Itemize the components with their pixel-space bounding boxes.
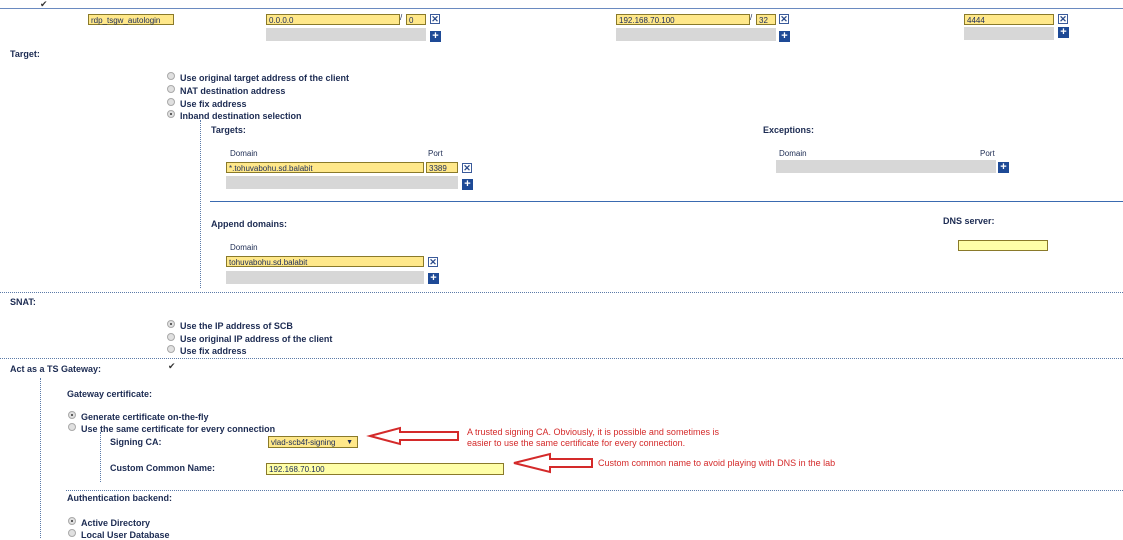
dest-mask-field[interactable]: 32 xyxy=(756,14,776,25)
target-label: Target: xyxy=(10,49,40,59)
cert-option-same[interactable] xyxy=(68,423,76,431)
port-add-button[interactable]: + xyxy=(1058,27,1069,38)
auth-option-ad-label: Active Directory xyxy=(81,518,151,528)
target-option-nat-label: NAT destination address xyxy=(180,86,286,96)
auth-option-local-label: Local User Database xyxy=(81,530,170,540)
target-option-original[interactable] xyxy=(167,72,175,80)
chevron-down-icon: ▼ xyxy=(346,439,353,446)
cert-option-generate-label: Generate certificate on-the-fly xyxy=(81,412,209,422)
append-domain-empty-row xyxy=(226,271,424,284)
signing-ca-select[interactable]: vlad-scb4f-signing ▼ xyxy=(268,436,358,448)
dest-mask-separator: / xyxy=(750,13,753,22)
snat-option-fix-label: Use fix address xyxy=(180,346,247,356)
port-empty-row xyxy=(964,27,1054,40)
cert-option-same-label: Use the same certificate for every conne… xyxy=(81,424,276,434)
snat-section-divider xyxy=(0,358,1123,359)
cert-section-divider xyxy=(66,490,1123,491)
target-section-divider xyxy=(0,292,1123,293)
signing-ca-annotation-line2: easier to use the same certificate for e… xyxy=(467,438,686,448)
dest-remove-button[interactable]: ✕ xyxy=(779,14,789,24)
target-empty-row xyxy=(226,176,458,189)
exceptions-label: Exceptions: xyxy=(763,125,815,135)
dns-server-label: DNS server: xyxy=(943,216,995,226)
target-domain-field[interactable]: *.tohuvabohu.sd.balabit xyxy=(226,162,424,173)
target-remove-button[interactable]: ✕ xyxy=(462,163,472,173)
common-name-arrow-icon xyxy=(513,452,593,474)
dest-empty-row xyxy=(616,28,776,41)
source-mask-separator: / xyxy=(400,13,403,22)
target-option-fix-label: Use fix address xyxy=(180,99,247,109)
auth-option-local[interactable] xyxy=(68,529,76,537)
inband-indent-line xyxy=(200,120,201,288)
annotation-arrows xyxy=(366,426,593,474)
cut-off-heading xyxy=(0,0,70,6)
target-option-nat[interactable] xyxy=(167,85,175,93)
cert-option-generate[interactable] xyxy=(68,411,76,419)
targets-port-header: Port xyxy=(428,149,443,158)
source-remove-button[interactable]: ✕ xyxy=(430,14,440,24)
ts-gateway-label: Act as a TS Gateway: xyxy=(10,364,102,374)
auth-option-ad[interactable] xyxy=(68,517,76,525)
custom-common-name-field[interactable]: 192.168.70.100 xyxy=(266,463,504,475)
ts-gateway-indent-line xyxy=(40,378,41,538)
append-domain-remove-button[interactable]: ✕ xyxy=(428,257,438,267)
gateway-certificate-label: Gateway certificate: xyxy=(67,389,153,399)
signing-ca-arrow-icon xyxy=(366,426,459,446)
custom-common-name-label: Custom Common Name: xyxy=(110,463,216,473)
append-domain-add-button[interactable]: + xyxy=(428,273,439,284)
append-domain-header: Domain xyxy=(230,243,258,252)
exceptions-add-button[interactable]: + xyxy=(998,162,1009,173)
snat-option-fix[interactable] xyxy=(167,345,175,353)
source-ip-field[interactable]: 0.0.0.0 xyxy=(266,14,400,25)
port-field[interactable]: 4444 xyxy=(964,14,1054,25)
source-mask-field[interactable]: 0 xyxy=(406,14,426,25)
source-empty-row xyxy=(266,28,426,41)
row-name-field[interactable]: rdp_tsgw_autologin xyxy=(88,14,174,25)
ts-gateway-checkbox[interactable]: ✔ xyxy=(168,362,177,371)
snat-label: SNAT: xyxy=(10,297,36,307)
snat-option-client[interactable] xyxy=(167,333,175,341)
append-domains-label: Append domains: xyxy=(211,219,287,229)
targets-divider xyxy=(210,201,1123,202)
signing-ca-annotation-line1: A trusted signing CA. Obviously, it is p… xyxy=(467,427,719,437)
signing-ca-label: Signing CA: xyxy=(110,437,162,447)
dns-server-field[interactable] xyxy=(958,240,1048,251)
target-add-button[interactable]: + xyxy=(462,179,473,190)
top-row-separator xyxy=(0,8,1123,9)
source-add-button[interactable]: + xyxy=(430,31,441,42)
common-name-annotation: Custom common name to avoid playing with… xyxy=(598,458,836,468)
snat-option-client-label: Use original IP address of the client xyxy=(180,334,333,344)
dest-add-button[interactable]: + xyxy=(779,31,790,42)
target-option-inband-label: Inband destination selection xyxy=(180,111,302,121)
snat-option-scb-label: Use the IP address of SCB xyxy=(180,321,293,331)
target-option-fix[interactable] xyxy=(167,98,175,106)
targets-domain-header: Domain xyxy=(230,149,258,158)
target-option-original-label: Use original target address of the clien… xyxy=(180,73,350,83)
snat-option-scb[interactable] xyxy=(167,320,175,328)
signing-ca-annotation: A trusted signing CA. Obviously, it is p… xyxy=(467,427,719,449)
exceptions-domain-header: Domain xyxy=(779,149,807,158)
signing-ca-value: vlad-scb4f-signing xyxy=(271,438,336,447)
row-enable-checkbox[interactable]: ✔ xyxy=(40,0,49,9)
cert-indent-line xyxy=(100,432,101,482)
target-option-inband[interactable] xyxy=(167,110,175,118)
port-remove-button[interactable]: ✕ xyxy=(1058,14,1068,24)
exceptions-empty-row xyxy=(776,160,996,173)
exceptions-port-header: Port xyxy=(980,149,995,158)
auth-backend-label: Authentication backend: xyxy=(67,493,173,503)
target-port-field[interactable]: 3389 xyxy=(426,162,458,173)
targets-label: Targets: xyxy=(211,125,246,135)
dest-ip-field[interactable]: 192.168.70.100 xyxy=(616,14,750,25)
append-domain-field[interactable]: tohuvabohu.sd.balabit xyxy=(226,256,424,267)
